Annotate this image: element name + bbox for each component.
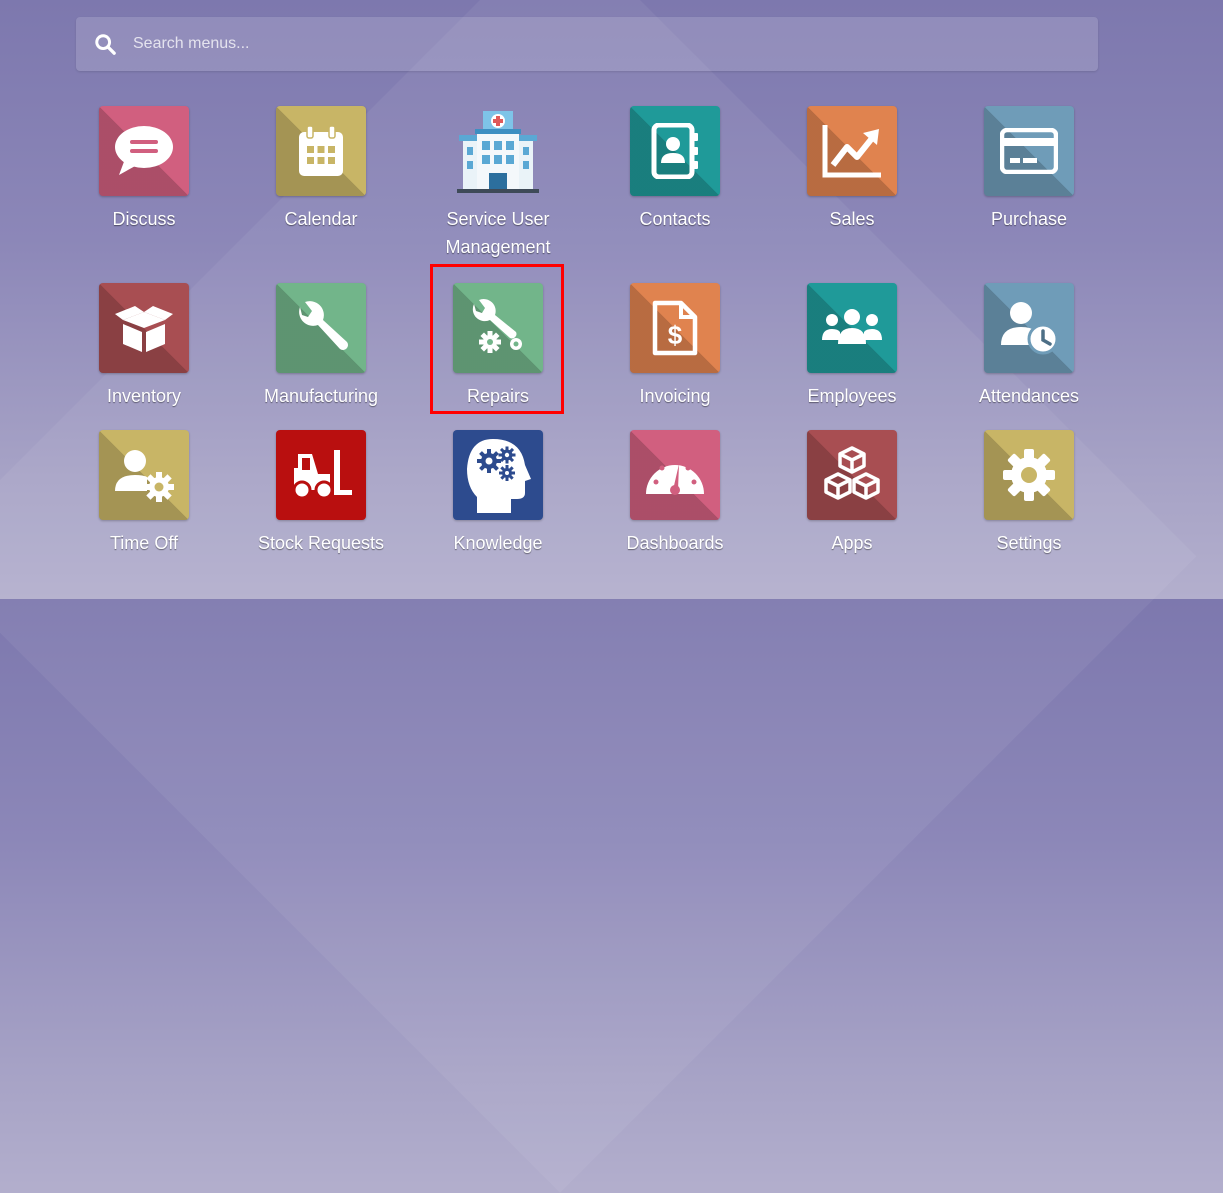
wrench-icon [299, 301, 348, 350]
app-label: Apps [831, 533, 873, 553]
app-label: Knowledge [453, 533, 543, 553]
search-icon [94, 32, 118, 56]
app-time-off[interactable]: Time Off [64, 430, 224, 557]
app-apps[interactable]: Apps [772, 430, 932, 557]
open-box-icon [115, 306, 173, 352]
app-label: Purchase [990, 209, 1068, 229]
line-chart-icon [822, 125, 881, 178]
apps-tile[interactable] [807, 430, 897, 520]
app-employees[interactable]: Employees [772, 283, 932, 410]
app-label: Employees [807, 386, 897, 406]
app-discuss[interactable]: Discuss [64, 106, 224, 233]
sales-tile[interactable] [807, 106, 897, 196]
search-bar[interactable] [76, 17, 1098, 71]
manufacturing-tile[interactable] [276, 283, 366, 373]
app-purchase[interactable]: Purchase [949, 106, 1109, 233]
app-label: Discuss [112, 209, 176, 229]
hospital-building-icon [457, 111, 539, 193]
user-clock-icon [1001, 302, 1059, 355]
discuss-tile[interactable] [99, 106, 189, 196]
dashboards-tile[interactable] [630, 430, 720, 520]
time-off-tile[interactable] [99, 430, 189, 520]
head-gears-icon [467, 439, 531, 513]
app-label: Time Off [109, 533, 178, 553]
search-input[interactable] [131, 34, 1098, 54]
inventory-tile[interactable] [99, 283, 189, 373]
attendances-tile[interactable] [984, 283, 1074, 373]
app-label: Dashboards [626, 533, 724, 553]
employees-tile[interactable] [807, 283, 897, 373]
forklift-icon [292, 450, 352, 500]
app-manufacturing[interactable]: Manufacturing [241, 283, 401, 410]
knowledge-tile[interactable] [453, 430, 543, 520]
service-user-management-tile[interactable] [453, 106, 543, 196]
app-label: Stock Requests [257, 533, 385, 553]
app-attendances[interactable]: Attendances [949, 283, 1109, 410]
app-calendar[interactable]: Calendar [241, 106, 401, 233]
app-inventory[interactable]: Inventory [64, 283, 224, 410]
app-label: Inventory [106, 386, 182, 406]
repairs-tile[interactable] [453, 283, 543, 373]
user-gear-icon [115, 450, 174, 502]
credit-card-icon [1000, 128, 1058, 174]
invoicing-tile[interactable]: $ [630, 283, 720, 373]
app-label: Attendances [978, 386, 1080, 406]
app-knowledge[interactable]: Knowledge [418, 430, 578, 557]
app-stock-requests[interactable]: Stock Requests [241, 430, 401, 557]
cubes-icon [824, 446, 880, 500]
app-label: Contacts [639, 209, 711, 229]
app-dashboards[interactable]: Dashboards [595, 430, 755, 557]
app-label: Calendar [284, 209, 358, 229]
app-label: Sales [829, 209, 875, 229]
app-label: Settings [996, 533, 1062, 553]
settings-tile[interactable] [984, 430, 1074, 520]
app-service-user-management[interactable]: Service User Management [418, 106, 578, 261]
calendar-icon [299, 125, 343, 176]
app-label: Manufacturing [263, 386, 379, 406]
speedometer-icon [646, 459, 704, 495]
app-invoicing[interactable]: $ Invoicing [595, 283, 755, 410]
app-label: Invoicing [639, 386, 711, 406]
purchase-tile[interactable] [984, 106, 1074, 196]
svg-text:$: $ [668, 320, 683, 350]
calendar-tile[interactable] [276, 106, 366, 196]
app-repairs[interactable]: Repairs [418, 283, 578, 410]
app-label: Service User Management [445, 209, 551, 257]
contacts-tile[interactable] [630, 106, 720, 196]
invoice-document-icon: $ [652, 300, 698, 356]
app-settings[interactable]: Settings [949, 430, 1109, 557]
gear-icon [1003, 449, 1055, 501]
app-sales[interactable]: Sales [772, 106, 932, 233]
chat-bubble-icon [115, 126, 173, 175]
stock-requests-tile[interactable] [276, 430, 366, 520]
wrench-gear-icon [472, 299, 522, 353]
app-label: Repairs [466, 386, 530, 406]
users-group-icon [822, 309, 882, 344]
address-book-icon [651, 123, 698, 179]
app-contacts[interactable]: Contacts [595, 106, 755, 233]
